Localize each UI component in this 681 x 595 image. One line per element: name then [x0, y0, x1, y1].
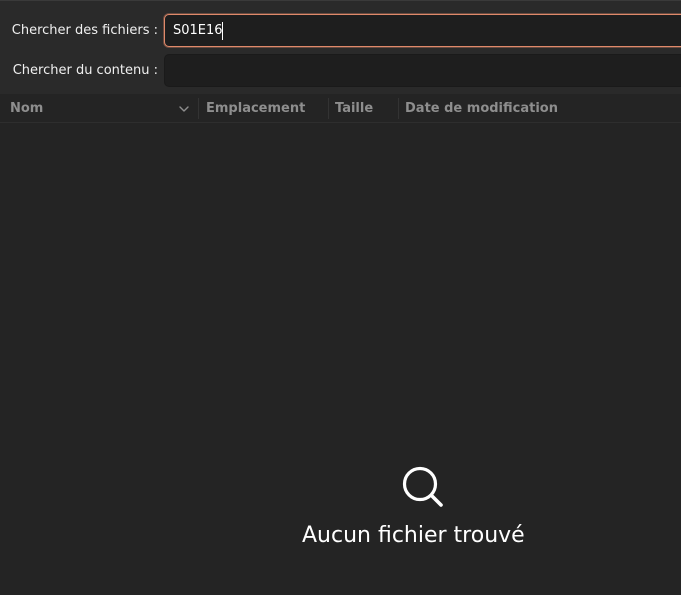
content-search-label: Chercher du contenu : — [12, 63, 158, 78]
files-search-input[interactable] — [164, 14, 681, 47]
top-divider — [0, 0, 681, 1]
column-header-name[interactable]: Nom — [10, 101, 43, 117]
content-search-input[interactable] — [164, 54, 681, 87]
column-separator[interactable] — [198, 98, 199, 119]
search-window: Chercher des fichiers : Chercher du cont… — [0, 0, 681, 595]
column-separator[interactable] — [328, 98, 329, 119]
column-separator[interactable] — [398, 98, 399, 119]
column-header-modified-date[interactable]: Date de modification — [405, 101, 558, 117]
results-column-header: Nom Emplacement Taille Date de modificat… — [0, 95, 681, 123]
chevron-down-icon[interactable] — [177, 102, 191, 116]
empty-state-message: Aucun fichier trouvé — [302, 523, 525, 548]
column-header-location[interactable]: Emplacement — [206, 101, 305, 117]
search-icon — [402, 466, 443, 507]
text-caret — [222, 22, 223, 40]
column-header-size[interactable]: Taille — [335, 101, 373, 117]
files-search-label: Chercher des fichiers : — [11, 23, 158, 38]
